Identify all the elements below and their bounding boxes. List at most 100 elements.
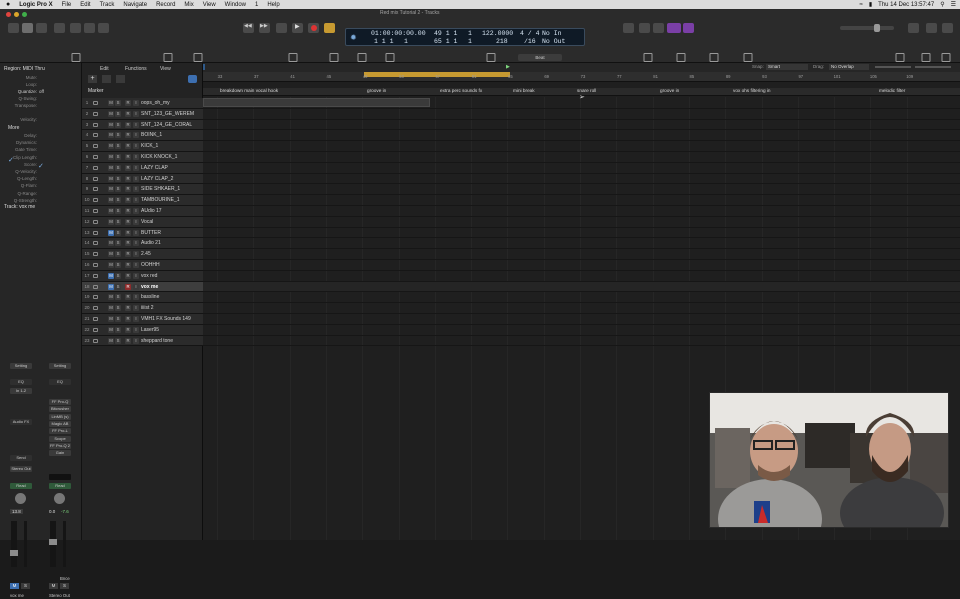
track-header[interactable]: 21 M S R I VMH1 FX Sounds 149 [82,314,203,325]
marker[interactable]: mini break [513,88,535,93]
eq-button[interactable]: EQ [10,379,32,385]
colors-icon[interactable] [941,53,951,62]
solo-button[interactable]: S [115,305,121,312]
solo-button[interactable]: S [115,337,121,344]
track-name[interactable]: vox me [141,284,158,290]
track-header[interactable]: 13 M S R I BUTTER [82,227,203,239]
solo-button[interactable]: S [21,583,30,589]
volume-readout[interactable]: 13.8 [10,509,23,514]
track-name[interactable]: iiiist 2 [141,305,154,311]
menu-navigate[interactable]: Navigate [123,2,147,8]
track-header[interactable]: 6 M S R I KICK KNOCK_1 [82,152,203,163]
solo-button[interactable]: S [115,197,121,204]
menu-mix[interactable]: Mix [184,2,193,8]
track-lane[interactable] [203,174,960,185]
track-header[interactable]: 4 M S R I BOINK_1 [82,130,203,142]
track-lane[interactable] [203,152,960,163]
mute-button[interactable]: M [108,186,114,193]
track-header[interactable]: 8 M S R I LAZY CLAP_2 [82,173,203,185]
inspector-button[interactable] [22,23,33,33]
track-lane[interactable] [203,314,960,325]
track-header[interactable]: 1 M S R Ioops_oh_my [82,98,203,109]
note-repeat-icon[interactable] [163,53,173,62]
mute-button[interactable]: M [108,197,114,204]
marker[interactable]: extra perc sounds fx [440,88,482,93]
menu-list-icon[interactable]: ☰ [951,1,956,8]
record-enable-button[interactable]: R [125,272,131,279]
solo-button[interactable]: S [115,251,121,258]
input-monitor-button[interactable]: I [133,110,139,117]
mute-button[interactable]: M [10,583,19,589]
library-button[interactable] [8,23,19,33]
record-enable-button[interactable]: R [125,208,131,214]
join-icon[interactable] [357,53,367,62]
track-header[interactable]: 20 M S R Iiiiist 2 [82,303,203,314]
solo-button[interactable]: S [115,186,121,193]
marker-track-label[interactable]: Marker [88,88,104,94]
solo-button[interactable]: S [115,262,121,268]
menu-1[interactable]: 1 [255,2,258,8]
insert-section-icon[interactable] [709,53,719,62]
track-header[interactable]: 9 M S R I SIDE SHKAER_1 [82,184,203,196]
inspector-row[interactable]: Q-Length: [0,176,80,183]
input-monitor-button[interactable]: I [133,272,139,279]
mute-button[interactable]: M [108,154,114,160]
input-monitor-button[interactable]: I [133,143,139,150]
track-header[interactable]: 11 M S R I AUdio 17 [82,206,203,217]
track-name[interactable]: 2.45 [141,251,151,257]
plugin-slot[interactable]: Gain [49,450,71,457]
input-monitor-button[interactable]: I [133,251,139,258]
track-lane[interactable] [203,217,960,228]
midi-activity[interactable] [683,23,694,33]
track-header[interactable]: 12 M S R I Vocal [82,216,203,228]
input-monitor-button[interactable]: I [133,305,139,312]
marker[interactable]: groove in [660,88,679,93]
track-lane[interactable] [203,184,960,196]
marker[interactable]: breakdown main vocal hook [220,88,278,93]
wifi-icon[interactable]: ≈ [860,2,863,8]
record-enable-button[interactable]: R [125,316,131,322]
output-select[interactable]: Stereo Out [10,466,32,472]
automation-read[interactable]: Read [10,483,32,489]
menu-record[interactable]: Record [156,2,175,8]
menu-file[interactable]: File [62,2,72,8]
toolbar-button[interactable] [54,23,65,33]
track-name[interactable]: LAZY CLAP [141,165,168,171]
input-monitor-button[interactable]: I [133,326,139,333]
pan-knob[interactable] [54,493,65,504]
vertical-zoom-slider[interactable] [915,66,951,68]
catch-button[interactable] [188,75,197,83]
menu-track[interactable]: Track [100,2,115,8]
track-lane[interactable] [203,303,960,314]
mute-button[interactable]: M [108,208,114,214]
menu-view[interactable]: View [203,2,216,8]
track-name[interactable]: SNT_123_GE_WEREM [141,111,194,117]
marker[interactable]: melodic filter [879,88,905,93]
track-header[interactable]: 14 M S R I Audio 21 [82,238,203,250]
solo-button[interactable]: S [115,208,121,214]
track-header[interactable]: 7 M S R I LAZY CLAP [82,162,203,174]
solo-button[interactable]: S [115,143,121,150]
inspector-row[interactable]: Gate Time: [0,147,80,154]
record-enable-button[interactable]: R [125,186,131,193]
record-enable-button[interactable]: R [125,326,131,333]
plugin-slot[interactable]: FF Pro-L [49,428,71,435]
browsers-button[interactable] [942,23,953,33]
track-name[interactable]: AUdio 17 [141,208,162,214]
inspector-row[interactable]: Q-Range: [0,191,80,198]
solo-button[interactable]: S [115,218,121,225]
mute-button[interactable]: M [108,294,114,301]
repeat-section-icon[interactable] [643,53,653,62]
inspector-row[interactable]: Loop: [0,82,80,89]
solo-button[interactable]: S [115,283,121,290]
solo-button[interactable]: S [115,326,121,333]
track-header[interactable]: 3 M S R I SNT_124_GE_CORAL [82,119,203,131]
solo-button[interactable]: S [115,154,121,160]
track-lane[interactable] [203,281,960,293]
mute-button[interactable]: M [108,132,114,139]
solo-button[interactable]: S [115,229,121,236]
track-header[interactable]: Track: vox me [4,204,35,210]
track-name[interactable]: OOHHH [141,262,160,268]
record-enable-button[interactable]: R [125,175,131,182]
solo-button[interactable]: S [60,583,69,589]
